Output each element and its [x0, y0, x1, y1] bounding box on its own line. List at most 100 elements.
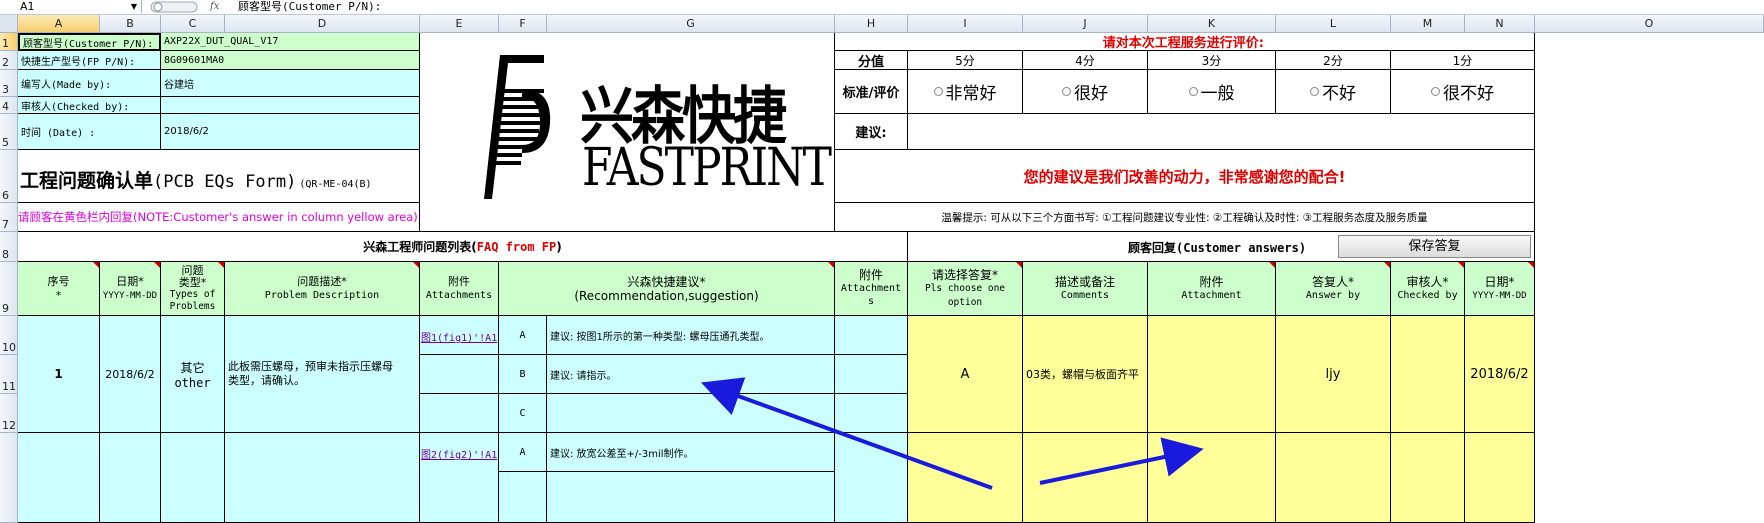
column-header-d[interactable]: D [225, 15, 420, 33]
option-bad[interactable]: 不好 [1276, 70, 1391, 114]
row1-attachment-2a[interactable] [835, 316, 908, 355]
chevron-down-icon[interactable]: ▼ [131, 0, 137, 13]
row2-answer-date[interactable] [1465, 433, 1535, 523]
row-header-7[interactable]: 7 [0, 203, 18, 232]
date-value[interactable]: 2018/6/2 [161, 114, 420, 150]
row-header-9[interactable]: 9 [0, 262, 18, 316]
row1-option-a-text[interactable]: 建议: 按图1所示的第一种类型: 螺母压通孔类型。 [547, 316, 835, 355]
checked-by-value[interactable] [161, 97, 420, 114]
row-header-6[interactable]: 6 [0, 150, 18, 203]
column-header-o[interactable]: O [1535, 15, 1764, 33]
row2-choice[interactable] [908, 433, 1023, 523]
column-header-j[interactable]: J [1023, 15, 1148, 33]
row-header-11[interactable]: 11 [0, 355, 18, 394]
zoom-slider-icon[interactable] [150, 1, 200, 13]
row2-type[interactable] [161, 433, 225, 523]
radio-icon[interactable] [1431, 87, 1440, 96]
row-header-10[interactable]: 10 [0, 316, 18, 355]
option-very-good[interactable]: 非常好 [908, 70, 1023, 114]
column-header-b[interactable]: B [100, 15, 161, 33]
row1-comment[interactable]: 03类，螺帽与板面齐平 [1023, 316, 1148, 433]
column-header-g[interactable]: G [547, 15, 835, 33]
row-header-4[interactable]: 4 [0, 97, 18, 114]
row1-attachment-2c[interactable] [835, 394, 908, 433]
customer-pn-value[interactable]: AXP22X_DUT_QUAL_V17 [161, 33, 420, 51]
faq-title-cn: 兴森工程师问题列表( [363, 240, 477, 254]
row2-option-b-text[interactable] [547, 472, 835, 523]
column-header-e[interactable]: E [420, 15, 499, 33]
row-header-13[interactable] [0, 433, 18, 523]
comment-indicator [1458, 262, 1464, 268]
row-header-1[interactable]: 1 [0, 33, 18, 51]
row2-option-a-text[interactable]: 建议: 放宽公差至+/-3mil制作。 [547, 433, 835, 472]
column-header-i[interactable]: I [908, 15, 1023, 33]
function-icon[interactable]: fx [210, 0, 219, 13]
made-by-label[interactable]: 编写人(Made by): [18, 70, 161, 97]
row1-attachment-b[interactable] [420, 355, 499, 394]
row-header-3[interactable]: 3 [0, 70, 18, 97]
attachment-link[interactable]: 图1(fig1)'!A1 [421, 329, 497, 344]
row1-description[interactable]: 此板需压螺母，预审未指示压螺母类型，请确认。 [225, 316, 420, 433]
made-by-value[interactable]: 谷建培 [161, 70, 420, 97]
row2-comment[interactable] [1023, 433, 1148, 523]
row1-answer-date[interactable]: 2018/6/2 [1465, 316, 1535, 433]
radio-icon[interactable] [933, 87, 943, 96]
score-4: 4分 [1023, 51, 1148, 70]
customer-pn-label[interactable]: 顾客型号(Customer P/N): [18, 33, 161, 51]
row1-choice[interactable]: A [908, 316, 1023, 433]
checked-by-label[interactable]: 审核人(Checked by): [18, 97, 161, 114]
row-header-8[interactable]: 8 [0, 232, 18, 262]
column-header-h[interactable]: H [835, 15, 908, 33]
row1-attachment-2b[interactable] [835, 355, 908, 394]
suggestion-input[interactable] [908, 114, 1535, 150]
row1-option-c-text[interactable] [547, 394, 835, 433]
radio-icon[interactable] [1188, 87, 1198, 96]
row1-seq[interactable]: 1 [18, 316, 100, 433]
row2-date[interactable] [100, 433, 161, 523]
row1-option-b-text[interactable]: 建议: 请指示。 [547, 355, 835, 394]
row2-description[interactable] [225, 433, 420, 523]
option-label: 不好 [1322, 84, 1356, 104]
option-average[interactable]: 一般 [1148, 70, 1276, 114]
row-number: 1 [2, 37, 9, 50]
date-label[interactable]: 时间 (Date) : [18, 114, 161, 150]
form-title-cell[interactable]: 工程问题确认单(PCB EQs Form) (QR-ME-04(B) [18, 150, 420, 203]
column-header-l[interactable]: L [1276, 15, 1391, 33]
fp-pn-value[interactable]: 8G09601MA0 [161, 51, 420, 70]
row1-attachment-3[interactable] [1148, 316, 1276, 433]
fp-pn-label[interactable]: 快捷生产型号(FP P/N): [18, 51, 161, 70]
row2-answer-by[interactable] [1276, 433, 1391, 523]
column-header-m[interactable]: M [1391, 15, 1465, 33]
row2-attachment-a[interactable]: 图2(fig2)'!A1 [420, 433, 499, 523]
row-header-12[interactable]: 12 [0, 394, 18, 433]
column-header-f[interactable]: F [499, 15, 547, 33]
row1-type[interactable]: 其它 other [161, 316, 225, 433]
row2-attachment-3[interactable] [1148, 433, 1276, 523]
row-header-2[interactable]: 2 [0, 51, 18, 70]
row-number: 3 [2, 83, 9, 96]
column-header-c[interactable]: C [161, 15, 225, 33]
formula-input[interactable]: 顾客型号(Customer P/N): [238, 0, 381, 13]
row1-attachment-c[interactable] [420, 394, 499, 433]
row-header-5[interactable]: 5 [0, 114, 18, 150]
column-header-a[interactable]: A [18, 15, 100, 33]
select-all-corner[interactable] [0, 15, 18, 33]
name-box[interactable]: A1 ▼ [0, 0, 142, 13]
header-answer-date: 日期* YYYY-MM-DD [1465, 262, 1535, 316]
row1-date[interactable]: 2018/6/2 [100, 316, 161, 433]
row1-answer-by[interactable]: ljy [1276, 316, 1391, 433]
column-header-k[interactable]: K [1148, 15, 1276, 33]
row1-attachment-a[interactable]: 图1(fig1)'!A1 [420, 316, 499, 355]
save-answer-button[interactable]: 保存答复 [1338, 235, 1531, 258]
row1-checked-by[interactable] [1391, 316, 1465, 433]
radio-icon[interactable] [1310, 87, 1319, 96]
score-1: 1分 [1391, 51, 1535, 70]
row2-checked-by[interactable] [1391, 433, 1465, 523]
row2-attachment-2[interactable] [835, 433, 908, 523]
attachment-link[interactable]: 图2(fig2)'!A1 [421, 446, 497, 461]
option-very-bad[interactable]: 很不好 [1391, 70, 1535, 114]
radio-icon[interactable] [1062, 87, 1071, 96]
column-header-n[interactable]: N [1465, 15, 1535, 33]
option-good[interactable]: 很好 [1023, 70, 1148, 114]
row2-seq[interactable] [18, 433, 100, 523]
